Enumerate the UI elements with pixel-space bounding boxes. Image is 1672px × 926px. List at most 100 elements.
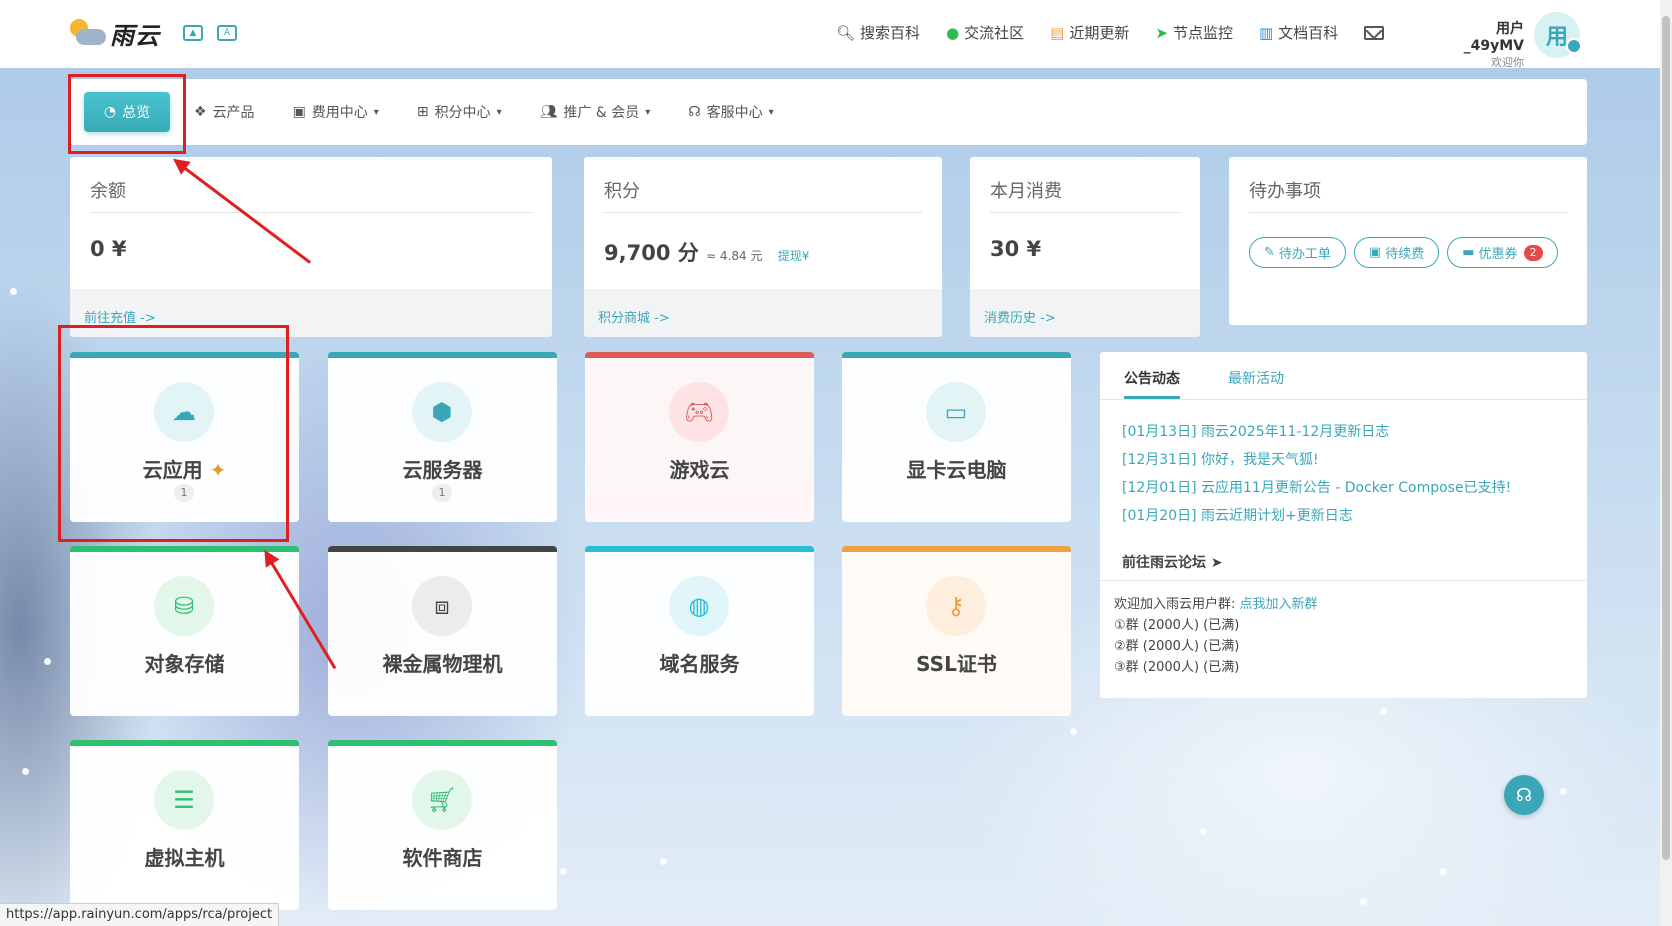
tile-object-storage[interactable]: ⛁ 对象存储 xyxy=(70,546,299,716)
button-label: 优惠券 xyxy=(1478,247,1518,262)
tile-ssl[interactable]: ⚷ SSL证书 xyxy=(842,546,1071,716)
tile-label: 软件商店 xyxy=(402,846,483,870)
key-icon: ⚷ xyxy=(926,576,986,636)
top-nav: 🔍︎ 搜索百科 ● 交流社区 ▤ 近期更新 ➤ 节点监控 ▥ 文档百科 xyxy=(836,22,1420,43)
gamepad-icon: 🎮︎ xyxy=(669,382,729,442)
nav-billing[interactable]: ▣ 费用中心 ▾ xyxy=(293,102,379,122)
tile-label: 裸金属物理机 xyxy=(382,652,503,676)
user-name: 用户_49yMV xyxy=(1463,21,1524,54)
tile-bare-metal[interactable]: ⧈ 裸金属物理机 xyxy=(328,546,557,716)
topnav-label: 交流社区 xyxy=(964,24,1025,42)
nav-label: 推广 & 会员 xyxy=(563,105,640,121)
annotation-box-overview xyxy=(68,74,186,154)
user-info[interactable]: 用户_49yMV 欢迎你 xyxy=(1438,18,1524,70)
scroll-thumb[interactable] xyxy=(1662,16,1670,860)
pencil-icon: ✎ xyxy=(1264,245,1275,260)
search-icon: 🔍︎ xyxy=(836,23,856,42)
tile-gpu-pc[interactable]: ▭ 显卡云电脑 xyxy=(842,352,1071,522)
news-icon: ▤ xyxy=(1050,23,1065,42)
points-mall-link[interactable]: 积分商城 -> xyxy=(598,307,670,326)
mail-icon[interactable] xyxy=(1364,25,1385,40)
group-item: ③群 (2000人) (已满) xyxy=(1114,660,1240,675)
nav-referral[interactable]: 👥︎ 推广 & 会员 ▾ xyxy=(540,102,651,122)
tile-domain[interactable]: ◍ 域名服务 xyxy=(585,546,814,716)
announcement-panel: 公告动态 最新活动 [01月13日] 雨云2025年11-12月更新日志 [12… xyxy=(1100,352,1587,698)
coupon-count-badge: 2 xyxy=(1523,244,1543,261)
balance-value: 0 ¥ xyxy=(90,237,127,261)
announcement-item[interactable]: [01月13日] 雨云2025年11-12月更新日志 xyxy=(1122,418,1587,446)
tab-activities[interactable]: 最新活动 xyxy=(1228,352,1284,399)
tile-virtual-host[interactable]: ☰ 虚拟主机 xyxy=(70,740,299,910)
tile-count-badge: 1 xyxy=(432,484,452,502)
main-nav: ◔ 总览 ❖ 云产品 ▣ 费用中心 ▾ ⊞ 积分中心 ▾ 👥︎ 推广 & 会员 … xyxy=(70,79,1587,145)
tile-software-store[interactable]: 🛒︎ 软件商店 xyxy=(328,740,557,910)
group-intro: 欢迎加入雨云用户群: xyxy=(1114,597,1240,612)
points-value-row: 9,700 分 ≈ 4.84 元 提现¥ xyxy=(604,237,809,267)
logo[interactable]: 雨云 xyxy=(68,16,160,51)
forum-link[interactable]: 前往雨云论坛 ➤ xyxy=(1122,552,1223,572)
avatar[interactable]: 用 xyxy=(1534,12,1582,58)
button-label: 待续费 xyxy=(1385,247,1425,262)
points-card: 积分 9,700 分 ≈ 4.84 元 提现¥ 积分商城 -> xyxy=(584,157,942,337)
announcement-tabs: 公告动态 最新活动 xyxy=(1100,352,1587,400)
chevron-down-icon: ▾ xyxy=(768,106,774,118)
topnav-search[interactable]: 🔍︎ 搜索百科 xyxy=(836,22,920,43)
monthly-title: 本月消费 xyxy=(990,181,1062,202)
nav-cloud-products[interactable]: ❖ 云产品 xyxy=(194,102,255,122)
globe-icon: ◍ xyxy=(669,576,729,636)
tile-game-cloud[interactable]: 🎮︎ 游戏云 xyxy=(585,352,814,522)
tab-announcements[interactable]: 公告动态 xyxy=(1124,352,1180,399)
balance-title: 余额 xyxy=(90,181,126,202)
nav-points[interactable]: ⊞ 积分中心 ▾ xyxy=(417,102,502,122)
cube-icon: ⬢ xyxy=(412,382,472,442)
spend-history-link[interactable]: 消费历史 -> xyxy=(984,307,1056,326)
recharge-link[interactable]: 前往充值 -> xyxy=(84,307,156,326)
browser-status-url: https://app.rainyun.com/apps/rca/project xyxy=(0,903,280,926)
coupon-button[interactable]: ▬ 优惠券 2 xyxy=(1447,237,1558,268)
tile-cloud-server[interactable]: ⬢ 云服务器 1 xyxy=(328,352,557,522)
withdraw-link[interactable]: 提现¥ xyxy=(778,249,810,263)
topnav-docs[interactable]: ▥ 文档百科 xyxy=(1259,22,1338,43)
pending-renew-button[interactable]: ▣ 待续费 xyxy=(1353,237,1440,268)
group-item: ②群 (2000人) (已满) xyxy=(1114,639,1240,654)
chevron-down-icon: ▾ xyxy=(373,106,379,118)
tile-label: 游戏云 xyxy=(669,458,730,482)
group-item: ①群 (2000人) (已满) xyxy=(1114,618,1240,633)
cloud-badge-icon xyxy=(1566,38,1582,54)
nav-support[interactable]: ☊ 客服中心 ▾ xyxy=(688,102,773,122)
money-icon: ▣ xyxy=(292,104,306,120)
ticket-icon: ▬ xyxy=(1462,245,1475,260)
join-group-link[interactable]: 点我加入新群 xyxy=(1240,597,1318,612)
customer-support-button[interactable]: ☊ xyxy=(1504,775,1544,815)
logo-mark-icon xyxy=(68,17,108,51)
announcement-item[interactable]: [12月31日] 你好，我是天气狐! xyxy=(1122,446,1587,474)
tile-label: SSL证书 xyxy=(916,652,997,676)
topnav-community[interactable]: ● 交流社区 xyxy=(946,22,1024,43)
topnav-updates[interactable]: ▤ 近期更新 xyxy=(1050,22,1129,43)
book-icon: ▥ xyxy=(1258,23,1274,42)
announcement-item[interactable]: [12月01日] 云应用11月更新公告 - Docker Compose已支持! xyxy=(1122,474,1587,502)
monthly-spend-card: 本月消费 30 ¥ 消费历史 -> xyxy=(970,157,1200,337)
announcement-list: [01月13日] 雨云2025年11-12月更新日志 [12月31日] 你好，我… xyxy=(1100,400,1587,530)
topnav-label: 搜索百科 xyxy=(860,24,921,42)
tile-label: 虚拟主机 xyxy=(144,846,225,870)
pending-ticket-button[interactable]: ✎ 待办工单 xyxy=(1249,237,1346,268)
todo-buttons: ✎ 待办工单 ▣ 待续费 ▬ 优惠券 2 xyxy=(1249,237,1566,268)
nav-label: 客服中心 xyxy=(706,105,763,121)
announcement-item[interactable]: [01月20日] 雨云近期计划+更新日志 xyxy=(1122,502,1587,530)
database-icon: ⛁ xyxy=(154,576,214,636)
users-icon: 👥︎ xyxy=(539,104,558,120)
translate-icon[interactable]: A xyxy=(217,25,237,41)
points-value: 9,700 分 xyxy=(604,241,699,265)
topnav-monitor[interactable]: ➤ 节点监控 xyxy=(1155,22,1233,43)
topnav-label: 近期更新 xyxy=(1069,24,1130,42)
nav-label: 云产品 xyxy=(212,105,255,121)
points-title: 积分 xyxy=(604,181,640,202)
image-icon[interactable]: ▲ xyxy=(183,25,203,41)
user-greeting: 欢迎你 xyxy=(1491,56,1524,69)
page-scrollbar[interactable] xyxy=(1660,0,1672,926)
monthly-value: 30 ¥ xyxy=(990,237,1042,261)
top-bar: 雨云 ▲ A 🔍︎ 搜索百科 ● 交流社区 ▤ 近期更新 ➤ 节点监控 ▥ 文档… xyxy=(0,0,1660,70)
annotation-box-cloud-app xyxy=(58,325,289,542)
headset-icon: ☊ xyxy=(688,104,701,120)
